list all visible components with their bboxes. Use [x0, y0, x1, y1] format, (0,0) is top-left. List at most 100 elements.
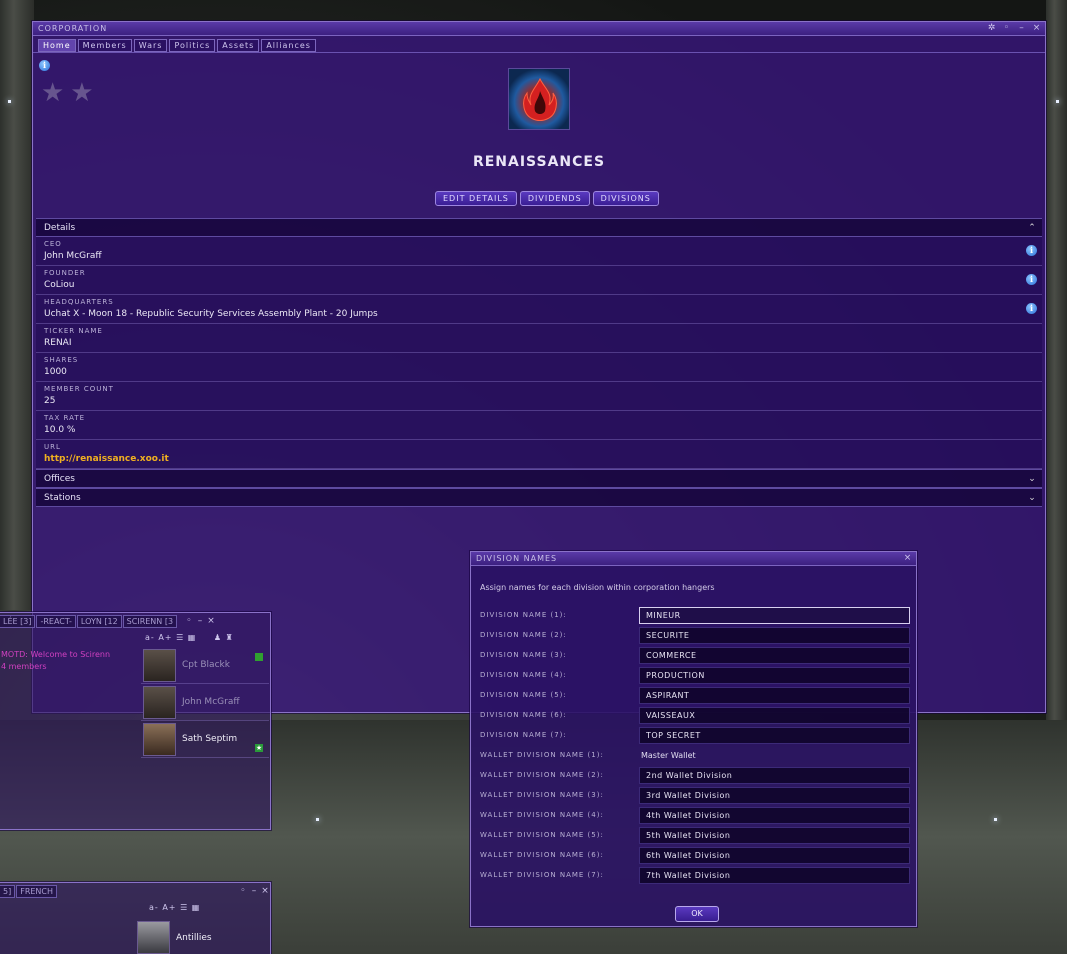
minimize-icon[interactable]: – — [195, 615, 205, 627]
pin-icon[interactable]: ◦ — [184, 615, 194, 627]
chat-window: LÉE [3] -REACT- LOYN [12 SCIRENN [3 ◦ – … — [0, 612, 271, 830]
field-ticker: TICKER NAME RENAI — [36, 324, 1042, 353]
chat-tab[interactable]: LÉE [3] — [0, 615, 36, 628]
avatar — [137, 921, 170, 954]
wallet-2-input[interactable] — [639, 766, 910, 784]
field-label: URL — [44, 443, 61, 451]
wallet-6-input[interactable] — [639, 846, 910, 864]
edit-details-button[interactable]: EDIT DETAILS — [435, 191, 517, 206]
close-icon[interactable]: × — [260, 885, 270, 897]
division-label: DIVISION NAME (1): — [480, 611, 567, 619]
member-name: John McGraff — [182, 697, 240, 707]
tab-assets[interactable]: Assets — [217, 39, 260, 52]
division-row: DIVISION NAME (2): — [480, 625, 910, 645]
list-view-icon[interactable]: ☰ ▦ — [180, 903, 200, 912]
division-6-input[interactable] — [639, 706, 910, 724]
wallet-3-input[interactable] — [639, 786, 910, 804]
corporation-name: RENAISSANCES — [472, 154, 606, 170]
details-header[interactable]: Details ⌃ — [36, 218, 1042, 237]
tab-home[interactable]: Home — [38, 39, 76, 52]
field-label: SHARES — [44, 356, 79, 364]
list-item[interactable]: Sath Septim ★ — [141, 721, 269, 758]
field-value: 25 — [44, 396, 56, 406]
wallet-row: WALLET DIVISION NAME (4): — [480, 805, 910, 825]
field-label: TICKER NAME — [44, 327, 103, 335]
division-1-input[interactable] — [639, 606, 910, 624]
wallet-label: WALLET DIVISION NAME (1): — [480, 751, 604, 759]
expand-icon[interactable]: ⌄ — [1026, 492, 1038, 504]
corporation-title: Corporation — [38, 24, 108, 33]
division-7-input[interactable] — [639, 726, 910, 744]
stations-header[interactable]: Stations ⌄ — [36, 488, 1042, 507]
corporation-tabs: Home Members Wars Politics Assets Allian… — [33, 36, 1045, 53]
list-item[interactable]: Cpt Blackk — [141, 647, 269, 684]
chat-tab[interactable]: -REACT- — [36, 615, 76, 628]
dividends-button[interactable]: DIVIDENDS — [519, 191, 590, 206]
motd-line: MOTD: Welcome to Scirenn — [1, 650, 111, 659]
division-rows: DIVISION NAME (1): DIVISION NAME (2): DI… — [480, 605, 910, 885]
field-label: HEADQUARTERS — [44, 298, 114, 306]
close-icon[interactable]: × — [903, 552, 913, 564]
division-label: DIVISION NAME (5): — [480, 691, 567, 699]
division-2-input[interactable] — [639, 626, 910, 644]
chat-tab[interactable]: FRENCH — [16, 885, 58, 898]
dialog-title: Division Names — [476, 554, 558, 563]
division-row: DIVISION NAME (3): — [480, 645, 910, 665]
field-member-count: MEMBER COUNT 25 — [36, 382, 1042, 411]
field-headquarters: HEADQUARTERS Uchat X - Moon 18 - Republi… — [36, 295, 1042, 324]
chat-tab[interactable]: LOYN [12 — [76, 615, 122, 628]
division-3-input[interactable] — [639, 646, 910, 664]
chat-tab[interactable]: SCIRENN [3 — [122, 615, 178, 628]
minimize-icon[interactable]: – — [249, 885, 259, 897]
wallet-4-input[interactable] — [639, 806, 910, 824]
info-icon[interactable]: i — [1026, 245, 1037, 256]
division-4-input[interactable] — [639, 666, 910, 684]
pin-icon[interactable]: ◦ — [1002, 22, 1012, 34]
url-link[interactable]: http://renaissance.xoo.it — [44, 454, 1042, 464]
offices-header-label: Offices — [44, 474, 75, 484]
expand-icon[interactable]: ⌄ — [1026, 473, 1038, 485]
close-icon[interactable]: × — [206, 615, 216, 627]
field-label: CEO — [44, 240, 62, 248]
division-names-titlebar[interactable]: Division Names × — [471, 552, 916, 566]
tab-politics[interactable]: Politics — [169, 39, 216, 52]
divisions-button[interactable]: DIVISIONS — [592, 191, 659, 206]
wallet-label: WALLET DIVISION NAME (2): — [480, 771, 604, 779]
wallet-row: WALLET DIVISION NAME (1): Master Wallet — [480, 745, 910, 765]
details-header-label: Details — [44, 223, 76, 233]
font-size-tools[interactable]: a- A+ ☰ ▦ — [145, 903, 200, 917]
member-filter-icon[interactable]: ♟ ♜ — [214, 633, 234, 642]
star-icon: ★ — [255, 744, 263, 752]
font-size-tools[interactable]: a- A+ ☰ ▦ ♟ ♜ — [141, 633, 269, 647]
list-item[interactable]: Antillies — [135, 919, 261, 954]
details-panel: Details ⌃ CEO John McGraff i FOUNDER CoL… — [36, 218, 1042, 507]
field-founder: FOUNDER CoLiou i — [36, 266, 1042, 295]
wallet-label: WALLET DIVISION NAME (6): — [480, 851, 604, 859]
chat-tab[interactable]: 5] — [0, 885, 16, 898]
close-icon[interactable]: × — [1032, 22, 1042, 34]
member-name: Cpt Blackk — [182, 660, 230, 670]
pin-icon[interactable]: ◦ — [238, 885, 248, 897]
corporation-titlebar[interactable]: Corporation ✲ ◦ – × — [33, 22, 1045, 36]
tab-alliances[interactable]: Alliances — [261, 39, 316, 52]
list-view-icon[interactable]: ☰ ▦ — [176, 633, 196, 642]
tab-members[interactable]: Members — [77, 39, 132, 52]
hangar-light — [1056, 100, 1059, 103]
settings-icon[interactable]: ✲ — [987, 22, 997, 34]
info-icon[interactable]: i — [1026, 274, 1037, 285]
list-item[interactable]: John McGraff — [141, 684, 269, 721]
wallet-7-input[interactable] — [639, 866, 910, 884]
wallet-label: WALLET DIVISION NAME (3): — [480, 791, 604, 799]
wallet-row: WALLET DIVISION NAME (7): — [480, 865, 910, 885]
ok-button[interactable]: OK — [675, 906, 719, 922]
collapse-icon[interactable]: ⌃ — [1026, 222, 1038, 234]
offices-header[interactable]: Offices ⌄ — [36, 469, 1042, 488]
division-5-input[interactable] — [639, 686, 910, 704]
info-icon[interactable]: i — [1026, 303, 1037, 314]
minimize-icon[interactable]: – — [1017, 22, 1027, 34]
info-icon[interactable]: i — [39, 60, 50, 71]
corporation-logo — [508, 68, 570, 130]
tab-wars[interactable]: Wars — [133, 39, 168, 52]
field-value: Uchat X - Moon 18 - Republic Security Se… — [44, 309, 378, 319]
wallet-5-input[interactable] — [639, 826, 910, 844]
